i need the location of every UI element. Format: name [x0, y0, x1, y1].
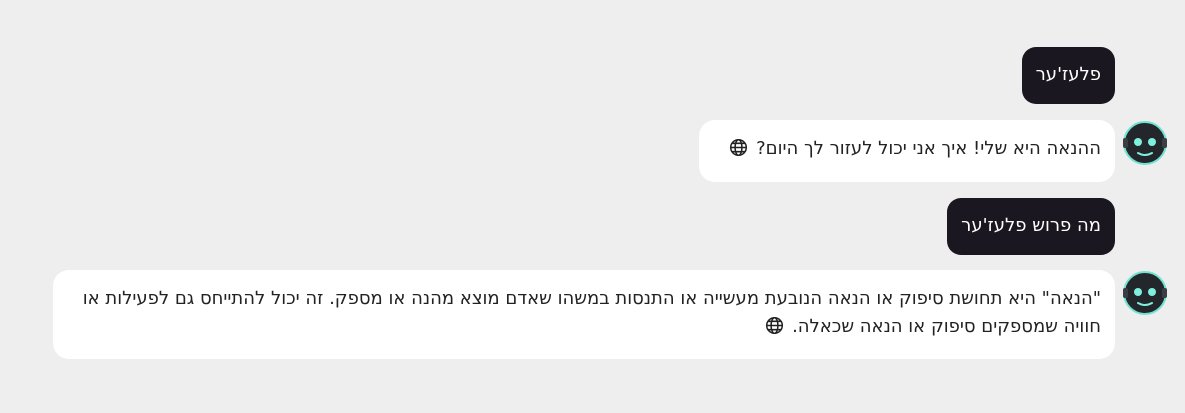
bot-avatar-icon [1122, 270, 1168, 316]
message-text: מה פרוש פלעז'ער [961, 215, 1101, 236]
globe-icon[interactable] [729, 138, 748, 157]
assistant-message: ההנאה היא שלי! איך אני יכול לעזור לך היו… [699, 120, 1115, 182]
message-text: פלעז'ער [1035, 64, 1101, 85]
message-text: "הנאה" היא תחושת סיפוק או הנאה הנובעת מע… [82, 288, 1101, 337]
assistant-message: "הנאה" היא תחושת סיפוק או הנאה הנובעת מע… [53, 270, 1115, 359]
user-message: מה פרוש פלעז'ער [947, 198, 1115, 255]
user-message: פלעז'ער [1021, 47, 1115, 104]
globe-icon[interactable] [765, 316, 784, 335]
bot-avatar-icon [1122, 120, 1168, 166]
message-text: ההנאה היא שלי! איך אני יכול לעזור לך היו… [756, 138, 1101, 159]
